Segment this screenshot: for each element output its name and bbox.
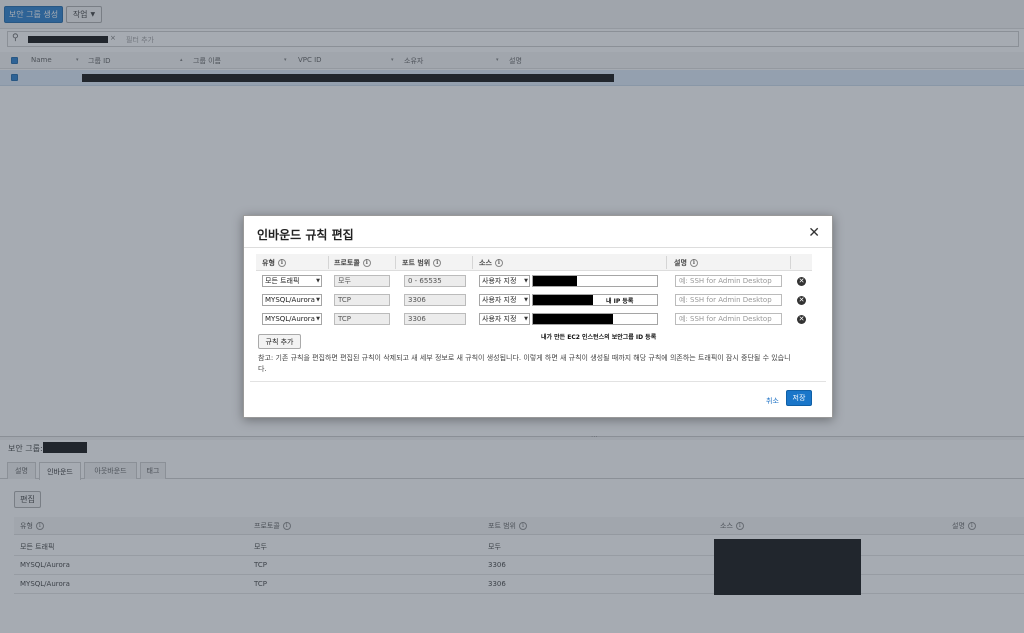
- rule-protocol-field: TCP: [334, 313, 390, 325]
- column-separator: [395, 256, 396, 269]
- annotation-label: 내가 만든 EC2 인스턴스의 보안그룹 ID 등록: [541, 334, 657, 341]
- redacted-source: [533, 295, 593, 305]
- rule-port-field[interactable]: 0 - 65535: [404, 275, 466, 287]
- info-icon[interactable]: i: [433, 259, 442, 267]
- info-icon[interactable]: i: [494, 259, 503, 267]
- edit-warning-note: 참고: 기존 규칙을 편집하면 편집된 규칙이 삭제되고 새 세부 정보로 새 …: [258, 354, 791, 373]
- rule-source-select[interactable]: 사용자 지정 ▼: [479, 294, 530, 306]
- rule-protocol-value: TCP: [338, 315, 351, 323]
- add-rule-button[interactable]: 규칙 추가: [258, 334, 301, 349]
- rule-protocol-field: TCP: [334, 294, 390, 306]
- rule-row: MYSQL/Aurora ▼ TCP 3306 사용자 지정 ▼ 예: SSH fo…: [256, 312, 812, 331]
- rule-description-input[interactable]: 예: SSH for Admin Desktop: [675, 313, 782, 325]
- info-icon[interactable]: i: [689, 259, 698, 267]
- remove-rule-icon[interactable]: ✕: [797, 277, 806, 286]
- column-port-range-label: 포트 범위: [402, 259, 431, 267]
- column-separator: [328, 256, 329, 269]
- rule-protocol-value: TCP: [338, 296, 351, 304]
- dialog-title: 인바운드 규칙 편집: [257, 228, 354, 242]
- info-icon[interactable]: i: [362, 259, 371, 267]
- rule-protocol-field: 모두: [334, 275, 390, 287]
- rule-row: 모든 트래픽 ▼ 모두 0 - 65535 사용자 지정 ▼ 예: SSH for …: [256, 274, 812, 293]
- rule-source-mode-value: 사용자 지정: [482, 315, 517, 323]
- column-protocol-label: 프로토콜: [334, 259, 360, 267]
- column-separator: [666, 256, 667, 269]
- info-icon[interactable]: i: [277, 259, 286, 267]
- rule-source-select[interactable]: 사용자 지정 ▼: [479, 313, 530, 325]
- rule-description-placeholder: 예: SSH for Admin Desktop: [679, 296, 772, 304]
- rule-type-value: MYSQL/Aurora: [265, 315, 315, 323]
- annotation-label: 내 IP 등록: [606, 298, 634, 305]
- rule-source-mode-value: 사용자 지정: [482, 277, 517, 285]
- rule-port-value: 3306: [408, 296, 426, 304]
- rule-row: MYSQL/Aurora ▼ TCP 3306 사용자 지정 ▼ 내 IP 등록 예…: [256, 293, 812, 312]
- rule-type-value: 모든 트래픽: [265, 277, 300, 285]
- column-port-range: 포트 범위 i: [402, 258, 442, 268]
- rule-port-value: 0 - 65535: [408, 277, 442, 285]
- redacted-source: [533, 276, 577, 286]
- rule-protocol-value: 모두: [338, 277, 351, 285]
- column-separator: [790, 256, 791, 269]
- cancel-button[interactable]: 취소: [766, 396, 779, 406]
- edit-inbound-rules-dialog: 인바운드 규칙 편집 ✕ 유형 i 프로토콜 i 포트 범위 i 소스 i 설명 i 모든…: [243, 215, 833, 418]
- rule-source-input[interactable]: [532, 313, 658, 325]
- rule-type-select[interactable]: MYSQL/Aurora ▼: [262, 294, 322, 306]
- rule-port-value: 3306: [408, 315, 426, 323]
- rule-description-input[interactable]: 예: SSH for Admin Desktop: [675, 275, 782, 287]
- rule-port-field: 3306: [404, 294, 466, 306]
- rule-description-placeholder: 예: SSH for Admin Desktop: [679, 277, 772, 285]
- rule-type-select[interactable]: 모든 트래픽 ▼: [262, 275, 322, 287]
- rule-description-input[interactable]: 예: SSH for Admin Desktop: [675, 294, 782, 306]
- remove-rule-icon[interactable]: ✕: [797, 315, 806, 324]
- save-button[interactable]: 저장: [786, 390, 812, 406]
- rule-source-input[interactable]: [532, 275, 658, 287]
- chevron-down-icon: ▼: [316, 278, 320, 284]
- column-description-label: 설명: [674, 259, 687, 267]
- chevron-down-icon: ▼: [524, 316, 528, 322]
- rules-table-header: 유형 i 프로토콜 i 포트 범위 i 소스 i 설명 i: [256, 254, 812, 271]
- chevron-down-icon: ▼: [316, 297, 320, 303]
- divider: [250, 381, 826, 382]
- rule-description-placeholder: 예: SSH for Admin Desktop: [679, 315, 772, 323]
- column-protocol: 프로토콜 i: [334, 258, 371, 268]
- column-description: 설명 i: [674, 258, 698, 268]
- column-source-label: 소스: [479, 259, 492, 267]
- column-separator: [472, 256, 473, 269]
- chevron-down-icon: ▼: [316, 316, 320, 322]
- column-type: 유형 i: [262, 258, 286, 268]
- rule-port-field: 3306: [404, 313, 466, 325]
- column-source: 소스 i: [479, 258, 503, 268]
- save-label: 저장: [792, 394, 806, 402]
- column-type-label: 유형: [262, 259, 275, 267]
- redacted-source: [533, 314, 613, 324]
- rule-source-input[interactable]: [532, 294, 658, 306]
- add-rule-label: 규칙 추가: [265, 337, 294, 346]
- rule-source-mode-value: 사용자 지정: [482, 296, 517, 304]
- chevron-down-icon: ▼: [524, 297, 528, 303]
- close-icon[interactable]: ✕: [808, 225, 820, 241]
- rule-source-select[interactable]: 사용자 지정 ▼: [479, 275, 530, 287]
- remove-rule-icon[interactable]: ✕: [797, 296, 806, 305]
- chevron-down-icon: ▼: [524, 278, 528, 284]
- divider: [244, 247, 832, 248]
- rule-type-select[interactable]: MYSQL/Aurora ▼: [262, 313, 322, 325]
- rule-type-value: MYSQL/Aurora: [265, 296, 315, 304]
